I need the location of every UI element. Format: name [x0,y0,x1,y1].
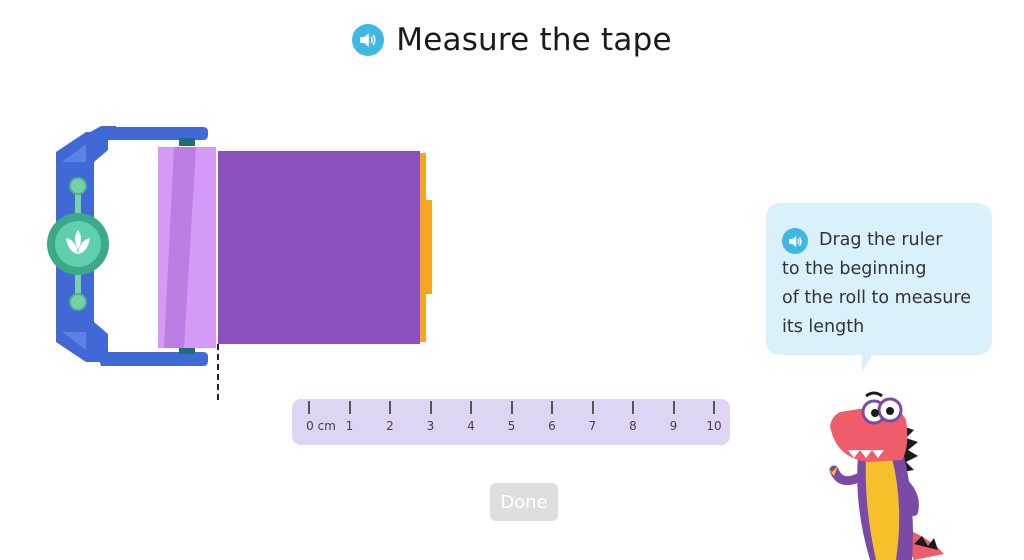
done-button[interactable]: Done [490,483,558,521]
tape-dispenser [47,126,432,366]
ruler-tick [713,401,715,414]
ruler-tick [591,401,594,414]
ruler-label: 5 [507,419,516,433]
ruler-label: 4 [467,419,475,433]
hint-bubble-tail [862,352,874,372]
hint-line: Drag the ruler [819,230,943,250]
measure-start-line [217,344,219,400]
hint-line: its length [782,317,865,337]
ruler-label: 3 [426,419,435,433]
ruler-tick [308,401,310,414]
page-header: Measure the tape [0,18,1024,62]
dino-mascot [826,391,944,560]
hint-line: to the beginning [782,259,927,279]
ruler-label: 9 [669,419,678,433]
ruler-tick [510,401,513,414]
ruler-label: 8 [629,419,637,433]
ruler-tick [389,401,391,414]
ruler-tick [672,401,675,414]
ruler-tick [551,401,553,414]
ruler-tick [348,401,351,414]
ruler-tick [632,401,634,414]
ruler-label: 0 cm [306,419,336,433]
ruler-label: 2 [386,419,394,433]
tape-strip [218,151,420,344]
speaker-icon[interactable] [352,24,385,56]
ruler-label: 6 [548,419,556,433]
hint-text: Drag the ruler to the beginning of the r… [782,226,987,342]
ruler-tick [470,401,472,414]
page-title: Measure the tape [396,22,672,58]
ruler[interactable]: 0 cm 1 2 3 4 5 6 7 8 9 10 [292,399,730,445]
ruler-label: 7 [588,419,597,433]
ruler-label: 10 [706,419,722,433]
ruler-tick [429,401,432,414]
ruler-label: 1 [345,419,354,433]
hint-line: of the roll to measure [782,288,971,308]
